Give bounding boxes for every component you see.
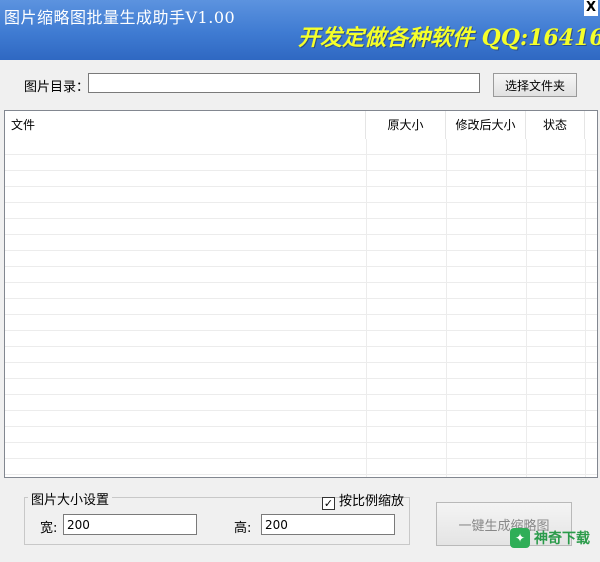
width-input[interactable] xyxy=(63,514,197,535)
file-list[interactable]: 文件 原大小 修改后大小 状态 xyxy=(4,110,598,478)
directory-input[interactable] xyxy=(88,73,480,93)
directory-label: 图片目录： xyxy=(24,80,90,95)
column-divider xyxy=(446,139,447,477)
column-header-status[interactable]: 状态 xyxy=(526,111,585,139)
keep-ratio-label: 按比例缩放 xyxy=(339,494,405,509)
column-header-new-size[interactable]: 修改后大小 xyxy=(446,111,526,139)
column-header-file[interactable]: 文件 xyxy=(5,111,366,139)
height-label: 高: xyxy=(234,521,252,536)
browse-folder-button[interactable]: 选择文件夹 xyxy=(493,73,577,97)
keep-ratio-checkbox[interactable]: ✓ 按比例缩放 xyxy=(322,490,404,510)
close-button[interactable]: X xyxy=(584,0,598,16)
download-logo-icon: ✦ xyxy=(510,528,530,548)
window-title: 图片缩略图批量生成助手V1.00 xyxy=(4,8,236,27)
column-divider xyxy=(585,139,586,477)
column-header-original-size[interactable]: 原大小 xyxy=(366,111,446,139)
list-body[interactable] xyxy=(5,139,597,477)
height-input[interactable] xyxy=(261,514,395,535)
watermark-logo: ✦ 神奇下载 xyxy=(510,528,590,548)
width-label: 宽: xyxy=(40,521,58,536)
size-settings-title: 图片大小设置 xyxy=(28,489,113,508)
column-divider xyxy=(366,139,367,477)
list-header: 文件 原大小 修改后大小 状态 xyxy=(5,111,597,139)
promo-banner: 开发定做各种软件 QQ:1641653330 xyxy=(298,25,600,51)
title-bar: 图片缩略图批量生成助手V1.00 开发定做各种软件 QQ:1641653330 … xyxy=(0,0,600,60)
watermark-text: 神奇下载 xyxy=(534,531,590,547)
column-divider xyxy=(526,139,527,477)
checkbox-checked-icon[interactable]: ✓ xyxy=(322,497,335,510)
